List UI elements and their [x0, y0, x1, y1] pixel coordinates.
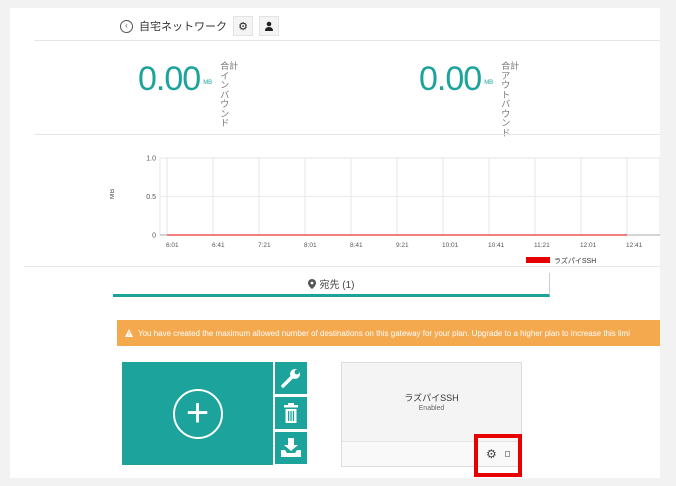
outbound-value: 0.00 [419, 60, 482, 98]
y-tick-label: 1.0 [146, 156, 156, 163]
legend-swatch [526, 257, 550, 263]
x-tick-label: 6:01 [166, 242, 179, 249]
inbound-value: 0.00 [138, 60, 201, 98]
plus-circle-icon: + [172, 388, 223, 439]
configure-button[interactable] [275, 362, 307, 394]
warning-icon [125, 329, 133, 337]
limit-alert: You have created the maximum allowed num… [117, 320, 660, 346]
outbound-stat: 0.00 MB 合計アウトバウンド [419, 60, 520, 138]
download-tray-icon [281, 438, 301, 457]
chart-ylabel: MB [110, 188, 116, 199]
add-destination-card[interactable]: + [122, 362, 273, 465]
y-tick-label: 0.5 [146, 194, 156, 201]
destination-name: ラズパイSSH [404, 393, 459, 403]
x-tick-label: 12:41 [626, 242, 643, 249]
tab-destinations-label: 宛先 (1) [319, 280, 355, 291]
header-bar: ‹ 自宅ネットワーク ⚙ [120, 16, 279, 36]
x-tick-label: 9:21 [396, 242, 409, 249]
trash-icon [284, 403, 298, 423]
divider [34, 40, 660, 41]
x-tick-label: 11:21 [534, 242, 550, 249]
x-tick-label: 10:41 [488, 242, 505, 249]
y-tick-label: 0 [152, 233, 156, 240]
highlight-box [474, 434, 522, 477]
x-tick-label: 7:21 [258, 242, 271, 249]
wrench-icon [281, 369, 300, 388]
inbound-unit: MB [203, 80, 213, 86]
traffic-chart: MB 1.0 0.5 0 6:01 6:41 7:21 8:01 8:41 9:21 10:01… [110, 156, 660, 264]
network-settings-button[interactable]: ⚙ [233, 16, 253, 36]
page-container: ‹ 自宅ネットワーク ⚙ 0.00 MB 合計インバウンド 0.00 MB 合計… [10, 8, 660, 478]
gear-icon: ⚙ [238, 20, 248, 33]
map-pin-icon [307, 278, 316, 289]
user-button[interactable] [259, 16, 279, 36]
destination-status: Enabled [418, 405, 445, 412]
download-button[interactable] [275, 432, 307, 464]
page-title: 自宅ネットワーク [139, 21, 227, 33]
x-tick-label: 8:41 [350, 242, 363, 249]
back-arrow-icon[interactable]: ‹ [120, 19, 133, 33]
tab-destinations[interactable]: 宛先 (1) [113, 273, 550, 297]
divider [24, 266, 660, 267]
delete-button[interactable] [275, 397, 307, 429]
person-icon [265, 21, 273, 31]
outbound-unit: MB [484, 80, 494, 86]
x-tick-label: 12:01 [580, 242, 597, 249]
alert-text: You have created the maximum allowed num… [138, 328, 630, 338]
inbound-stat: 0.00 MB 合計インバウンド [138, 60, 239, 129]
x-tick-label: 8:01 [304, 242, 317, 249]
outbound-label: 合計アウトバウンド [501, 61, 520, 138]
x-tick-label: 6:41 [212, 242, 225, 249]
inbound-label: 合計インバウンド [220, 61, 239, 128]
divider [34, 134, 660, 135]
x-tick-label: 10:01 [442, 242, 459, 249]
legend-label: ラズパイSSH [554, 256, 596, 264]
